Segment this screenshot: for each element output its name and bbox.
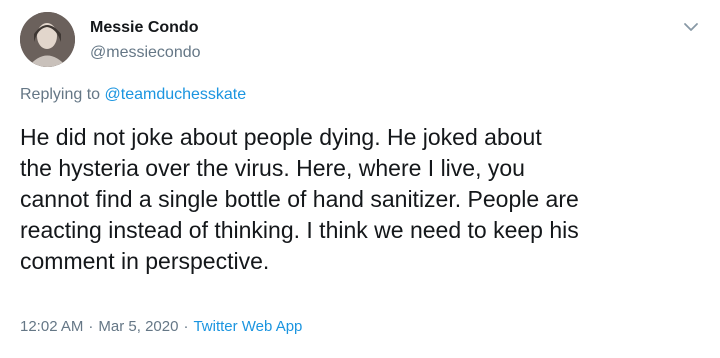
meta-separator: · <box>88 318 94 335</box>
tweet-meta: 12:02 AM · Mar 5, 2020 · Twitter Web App <box>20 318 302 335</box>
mention-link[interactable]: @teamduchesskate <box>105 86 247 103</box>
replying-to: Replying to @teamduchesskate <box>20 86 246 104</box>
user-handle[interactable]: @messiecondo <box>90 44 201 62</box>
replying-to-label: Replying to <box>20 86 101 103</box>
avatar-icon <box>20 12 75 67</box>
tweet-time[interactable]: 12:02 AM <box>20 318 83 335</box>
chevron-down-icon[interactable] <box>682 18 700 36</box>
meta-separator-2: · <box>183 318 189 335</box>
avatar[interactable] <box>20 12 75 67</box>
display-name[interactable]: Messie Condo <box>90 19 198 37</box>
tweet-card: Messie Condo @messiecondo Replying to @t… <box>0 0 720 358</box>
tweet-date[interactable]: Mar 5, 2020 <box>98 318 178 335</box>
tweet-text: He did not joke about people dying. He j… <box>20 124 579 274</box>
tweet-source-link[interactable]: Twitter Web App <box>193 318 302 335</box>
